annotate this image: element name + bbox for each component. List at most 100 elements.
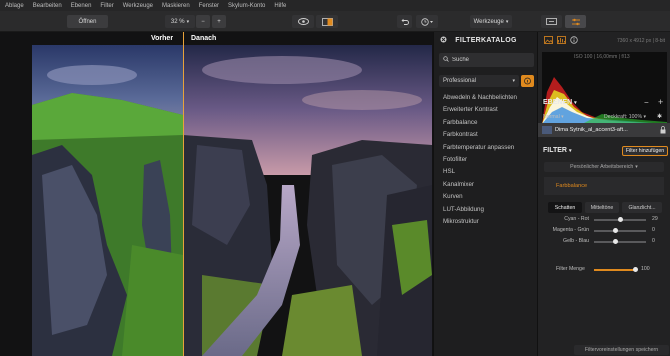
filter-catalog-panel: FILTERKATALOG Professional ▾ Abwedeln & … xyxy=(433,32,537,356)
slider-label-magenta-green: Magenta - Grün xyxy=(552,227,589,233)
menu-bearbeiten[interactable]: Bearbeiten xyxy=(33,3,62,9)
save-preset-button[interactable]: Filtervoreinstellungen speichern xyxy=(574,345,669,355)
active-filter-name: Farbbalance xyxy=(556,183,588,189)
chevron-down-icon: ▾ xyxy=(574,100,577,106)
photo-preview[interactable] xyxy=(32,45,432,356)
filter-amount-label: Filter Menge xyxy=(556,266,585,272)
right-panel: 7360 x 4912 px | 8-bit ISO 100 | 16,00mm… xyxy=(537,32,670,356)
menu-ablage[interactable]: Ablage xyxy=(5,3,24,9)
image-size: 7360 x 4912 px | 8-bit xyxy=(617,38,665,44)
tools-dropdown[interactable]: Werkzeuge ▾ xyxy=(470,15,512,28)
image-icon[interactable] xyxy=(544,36,553,46)
menu-filter[interactable]: Filter xyxy=(100,3,113,9)
magenta-green-slider[interactable] xyxy=(594,230,646,232)
filter-section-title[interactable]: FILTER ▾ xyxy=(543,147,571,154)
layers-title-text: EBENEN xyxy=(543,99,573,106)
info-icon[interactable] xyxy=(570,36,578,46)
chevron-down-icon: ▾ xyxy=(635,164,638,170)
magenta-green-slider-knob[interactable] xyxy=(613,228,618,233)
tools-label: Werkzeuge xyxy=(473,18,504,25)
layer-name: Dima Sytnik_al_accent3-aft... xyxy=(555,127,628,133)
list-item[interactable]: Erweiterter Kontrast xyxy=(443,104,535,116)
filter-title-text: FILTER xyxy=(543,147,567,154)
zoom-value: 32 % xyxy=(170,18,185,25)
compare-icon[interactable] xyxy=(316,15,338,28)
chevron-down-icon: ▾ xyxy=(643,114,647,120)
menu-skylum-konto[interactable]: Skylum-Konto xyxy=(228,3,265,9)
zoom-out-button[interactable]: − xyxy=(196,15,210,28)
filter-amount-slider[interactable] xyxy=(594,269,636,271)
filter-list: Abwedeln & Nachbelichten Erweiterter Kon… xyxy=(443,92,535,228)
zoom-select[interactable]: 32 % ▾ xyxy=(165,15,195,28)
tab-mitteltoene[interactable]: Mitteltöne xyxy=(585,202,619,213)
layer-row[interactable]: Dima Sytnik_al_accent3-aft... xyxy=(538,123,670,137)
tab-glanzlicht[interactable]: Glanzlicht... xyxy=(622,202,662,213)
category-value: Professional xyxy=(443,78,477,84)
chevron-down-icon: ▾ xyxy=(561,114,564,120)
plus-icon[interactable]: + xyxy=(658,97,663,107)
menu-maskieren[interactable]: Maskieren xyxy=(162,3,190,9)
toolbar: Öffnen 32 % ▾ − + Werkzeuge ▾ xyxy=(0,11,670,32)
list-item[interactable]: Farbtemperatur anpassen xyxy=(443,142,535,154)
chevron-down-icon: ▾ xyxy=(568,148,572,154)
layer-thumbnail xyxy=(542,126,552,134)
filter-amount-value: 100 xyxy=(641,266,650,272)
catalog-title: FILTERKATALOG xyxy=(455,37,517,44)
menu-fenster[interactable]: Fenster xyxy=(199,3,219,9)
slider-label-yellow-blue: Gelb - Blau xyxy=(563,238,589,244)
workspace-value: Persönlicher Arbeitsbereich xyxy=(570,164,634,170)
yellow-blue-slider[interactable] xyxy=(594,241,646,243)
info-icon[interactable] xyxy=(521,75,534,87)
cyan-red-slider-knob[interactable] xyxy=(618,217,623,222)
menu-ebenen[interactable]: Ebenen xyxy=(71,3,92,9)
lock-icon[interactable] xyxy=(660,126,666,136)
list-item[interactable]: Kurven xyxy=(443,191,535,203)
list-item[interactable]: Fotofilter xyxy=(443,154,535,166)
search-box[interactable] xyxy=(439,53,534,67)
category-select[interactable]: Professional ▾ xyxy=(439,75,519,87)
before-label: Vorher xyxy=(151,35,174,42)
compare-split-handle[interactable] xyxy=(183,32,184,356)
menu-bar: Ablage Bearbeiten Ebenen Filter Werkzeug… xyxy=(0,0,670,11)
menu-hilfe[interactable]: Hilfe xyxy=(274,3,286,9)
slider-value-yellow-blue: 0 xyxy=(652,238,655,244)
open-button[interactable]: Öffnen xyxy=(67,15,108,28)
filter-amount-knob[interactable] xyxy=(633,267,638,272)
blend-mode-value: Normal xyxy=(543,114,560,120)
list-item[interactable]: LUT-Abbildung xyxy=(443,204,535,216)
chevron-down-icon: ▾ xyxy=(186,18,190,25)
panel-layout-icon[interactable] xyxy=(541,15,562,28)
history-icon[interactable] xyxy=(416,15,438,28)
eye-icon[interactable] xyxy=(292,15,314,28)
filter-header[interactable]: Farbbalance xyxy=(544,177,664,195)
list-item[interactable]: HSL xyxy=(443,166,535,178)
workspace-select[interactable]: Persönlicher Arbeitsbereich ▾ xyxy=(544,162,664,172)
chevron-down-icon: ▾ xyxy=(505,18,509,25)
search-input[interactable] xyxy=(452,57,532,63)
opacity-control[interactable]: Deckkraft: 100% ▾ xyxy=(604,114,646,120)
search-icon xyxy=(443,56,449,64)
slider-value-cyan-red: 29 xyxy=(652,216,658,222)
minus-icon[interactable]: − xyxy=(644,98,649,107)
list-item[interactable]: Kanalmixer xyxy=(443,179,535,191)
slider-label-cyan-red: Cyan - Rot xyxy=(564,216,589,222)
yellow-blue-slider-knob[interactable] xyxy=(613,239,618,244)
adjustments-icon[interactable] xyxy=(565,15,586,28)
list-item[interactable]: Farbbalance xyxy=(443,117,535,129)
opacity-value: Deckkraft: 100% xyxy=(604,114,643,120)
layers-title[interactable]: EBENEN ▾ xyxy=(543,99,577,106)
zoom-in-button[interactable]: + xyxy=(212,15,226,28)
list-item[interactable]: Farbkontrast xyxy=(443,129,535,141)
list-item[interactable]: Abwedeln & Nachbelichten xyxy=(443,92,535,104)
slider-value-magenta-green: 0 xyxy=(652,227,655,233)
list-item[interactable]: Mikrostruktur xyxy=(443,216,535,228)
histogram-icon[interactable] xyxy=(557,36,566,46)
tab-schatten[interactable]: Schatten xyxy=(548,202,582,213)
gear-icon[interactable]: ✱ xyxy=(657,113,662,120)
blend-mode-select[interactable]: Normal ▾ xyxy=(543,114,564,120)
after-label: Danach xyxy=(191,35,217,42)
menu-werkzeuge[interactable]: Werkzeuge xyxy=(123,3,153,9)
add-filter-button[interactable]: Filter hinzufügen xyxy=(622,146,668,156)
undo-icon[interactable] xyxy=(397,15,412,28)
chevron-down-icon: ▾ xyxy=(512,78,515,84)
